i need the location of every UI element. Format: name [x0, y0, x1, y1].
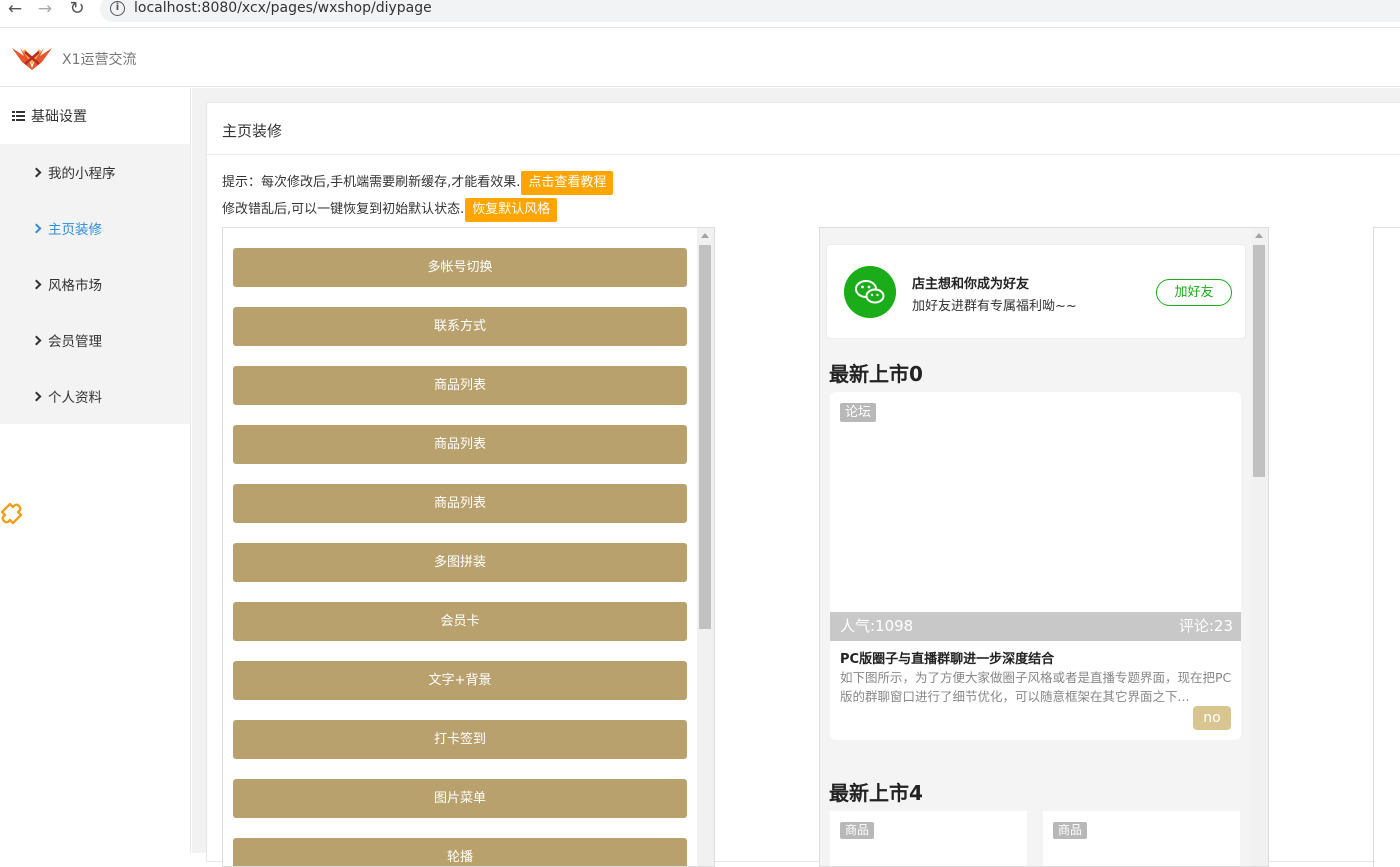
sidebar-item-member-management[interactable]: 会员管理	[0, 312, 190, 368]
main-content: 主页装修 提示：每次修改后,手机端需要刷新缓存,才能看效果. 点击查看教程 修改错…	[192, 88, 1400, 867]
sidebar-item-profile[interactable]: 个人资料	[0, 368, 190, 424]
scroll-thumb[interactable]	[1253, 245, 1265, 477]
tip-refresh-text: 提示：每次修改后,手机端需要刷新缓存,才能看效果.	[222, 175, 521, 190]
section-title: 最新上市4	[829, 781, 923, 805]
sidebar-section-basic-settings[interactable]: 基础设置	[0, 88, 190, 144]
sidebar: 基础设置 我的小程序 主页装修 风格市场 会员管理 个人资料	[0, 88, 191, 853]
forward-arrow-icon[interactable]: →	[34, 0, 56, 20]
widget-button[interactable]: 打卡签到	[233, 720, 687, 759]
chevron-right-icon	[31, 279, 42, 289]
sidebar-item-my-miniprogram[interactable]: 我的小程序	[0, 144, 190, 200]
restore-default-button[interactable]: 恢复默认风格	[465, 198, 558, 222]
puzzle-icon[interactable]	[0, 498, 26, 528]
sidebar-item-label: 我的小程序	[48, 166, 116, 182]
scroll-up-icon[interactable]	[701, 233, 709, 238]
goods-card[interactable]: 商品	[830, 811, 1027, 866]
tip-restore: 修改错乱后,可以一键恢复到初始默认状态. 恢复默认风格	[222, 198, 558, 222]
news-views: 人气:1098	[840, 617, 914, 635]
news-stats-bar: 人气:1098 评论:23	[830, 612, 1241, 641]
list-icon	[12, 111, 25, 121]
app-header: X1运营交流	[0, 29, 1400, 87]
add-friend-button[interactable]: 加好友	[1156, 279, 1232, 306]
logo-icon[interactable]	[10, 44, 54, 72]
add-friend-card: 店主想和你成为好友 加好友进群有专属福利呦~~ 加好友	[826, 244, 1246, 339]
widget-button[interactable]: 联系方式	[233, 307, 687, 346]
chevron-right-icon	[31, 335, 42, 345]
goods-tag: 商品	[1053, 822, 1088, 839]
scroll-thumb[interactable]	[699, 245, 711, 629]
widget-button[interactable]: 多图拼装	[233, 543, 687, 582]
wechat-icon	[844, 266, 896, 318]
news-badge: no	[1193, 706, 1231, 730]
chevron-right-icon	[31, 167, 42, 177]
news-description: 如下图所示，为了方便大家做圈子风格或者是直播专题界面，现在把PC版的群聊窗口进行…	[840, 670, 1232, 704]
news-comments: 评论:23	[1178, 617, 1233, 635]
widget-list-scrollbar[interactable]	[697, 228, 714, 866]
sidebar-section-label: 基础设置	[31, 109, 87, 125]
widget-list-panel[interactable]: 多帐号切换 联系方式 商品列表 商品列表 商品列表 多图拼装 会员卡 文字+背景…	[222, 227, 715, 867]
tip-restore-text: 修改错乱后,可以一键恢复到初始默认状态.	[222, 202, 465, 217]
sidebar-item-label: 主页装修	[48, 222, 102, 238]
preview-scrollbar[interactable]	[1251, 228, 1268, 866]
friend-card-subtitle: 加好友进群有专属福利呦~~	[912, 299, 1077, 314]
homepage-design-card: 主页装修 提示：每次修改后,手机端需要刷新缓存,才能看效果. 点击查看教程 修改错…	[206, 102, 1400, 867]
browser-toolbar: ← → ↻ i localhost:8080/xcx/pages/wxshop/…	[0, 0, 1400, 28]
widget-button[interactable]: 文字+背景	[233, 661, 687, 700]
chevron-right-icon	[31, 391, 42, 401]
goods-tag: 商品	[840, 822, 875, 839]
widget-button[interactable]: 商品列表	[233, 484, 687, 523]
widget-button[interactable]: 图片菜单	[233, 779, 687, 818]
widget-button[interactable]: 商品列表	[233, 425, 687, 464]
section-title: 最新上市0	[829, 362, 923, 386]
widget-button[interactable]: 会员卡	[233, 602, 687, 641]
view-tutorial-button[interactable]: 点击查看教程	[521, 171, 614, 195]
page-title: 主页装修	[207, 103, 1400, 155]
back-arrow-icon[interactable]: ←	[4, 0, 26, 20]
phone-preview-panel[interactable]: 店主想和你成为好友 加好友进群有专属福利呦~~ 加好友 最新上市0 论坛 人气:…	[819, 227, 1269, 867]
tip-refresh: 提示：每次修改后,手机端需要刷新缓存,才能看效果. 点击查看教程	[222, 171, 614, 195]
widget-button[interactable]: 多帐号切换	[233, 248, 687, 287]
info-icon[interactable]: i	[110, 1, 125, 16]
scroll-up-icon[interactable]	[1255, 233, 1263, 238]
news-tag: 论坛	[840, 403, 877, 422]
friend-card-title: 店主想和你成为好友	[912, 277, 1030, 292]
goods-card[interactable]: 商品	[1043, 811, 1240, 866]
url-text[interactable]: localhost:8080/xcx/pages/wxshop/diypage	[134, 0, 432, 16]
sidebar-item-label: 风格市场	[48, 278, 102, 294]
sidebar-item-label: 个人资料	[48, 390, 102, 406]
sidebar-item-style-market[interactable]: 风格市场	[0, 256, 190, 312]
reload-icon[interactable]: ↻	[66, 0, 88, 20]
address-bar[interactable]: i localhost:8080/xcx/pages/wxshop/diypag…	[100, 0, 1400, 22]
widget-button[interactable]: 商品列表	[233, 366, 687, 405]
news-card[interactable]: 论坛 人气:1098 评论:23 PC版圈子与直播群聊进一步深度结合 如下图所示…	[830, 392, 1241, 740]
logo-text[interactable]: X1运营交流	[62, 49, 137, 69]
news-title: PC版圈子与直播群聊进一步深度结合	[840, 652, 1055, 667]
sidebar-item-label: 会员管理	[48, 334, 102, 350]
sidebar-item-homepage-design[interactable]: 主页装修	[0, 200, 190, 256]
settings-panel-edge	[1373, 227, 1400, 867]
chevron-right-icon	[31, 223, 42, 233]
sidebar-menu: 我的小程序 主页装修 风格市场 会员管理 个人资料	[0, 144, 190, 424]
